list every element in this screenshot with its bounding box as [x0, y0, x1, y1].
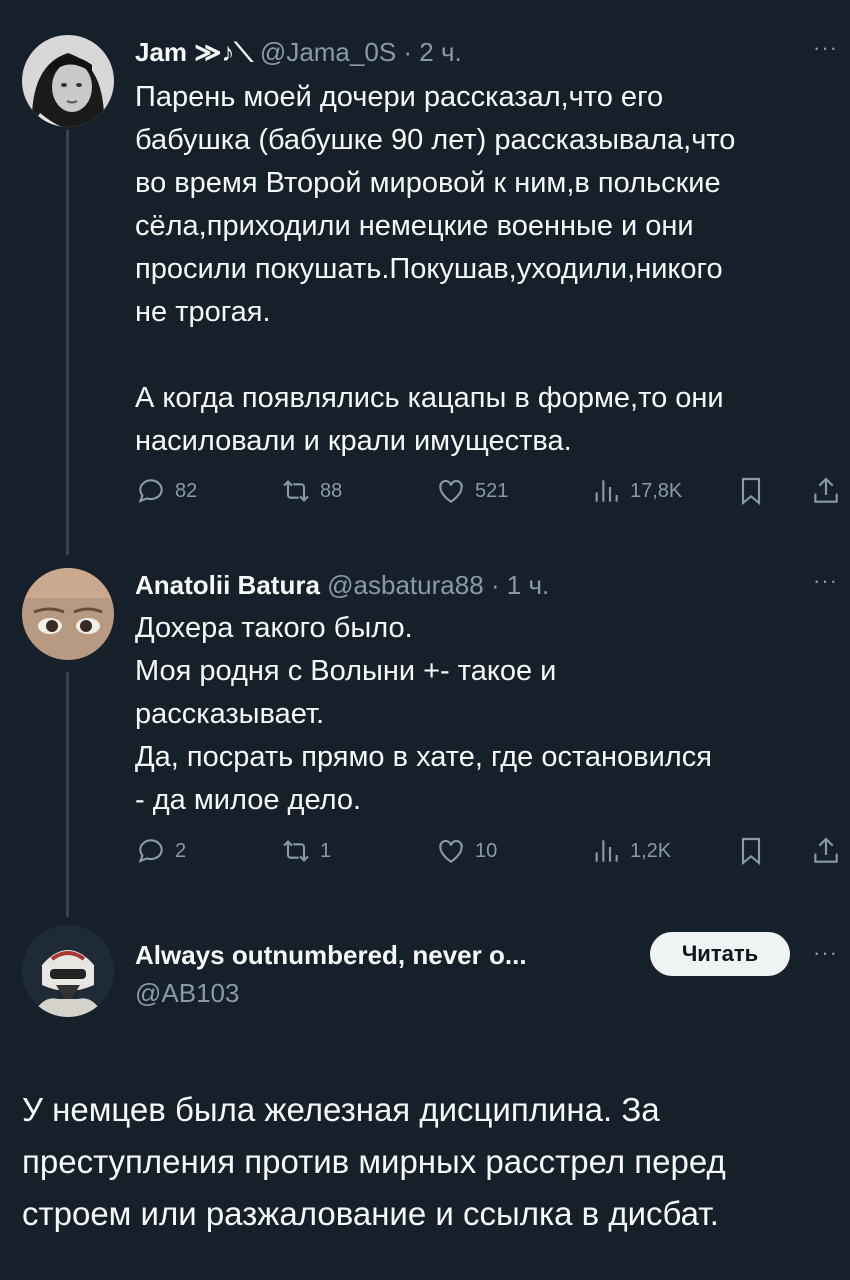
tweet-text: Дохера такого было. Моя родня с Волыни +… [135, 612, 712, 816]
more-options-icon[interactable]: ··· [813, 940, 838, 966]
heart-icon [439, 479, 463, 503]
tweet-header: Anatolii Batura @asbatura88 · 1 ч. [135, 570, 549, 601]
handle[interactable]: @asbatura88 [327, 570, 484, 600]
reply-icon [138, 839, 163, 863]
tweet-text: У немцев была железная дисциплина. За пр… [22, 1091, 726, 1232]
bookmark-button[interactable] [735, 835, 775, 867]
avatar[interactable] [22, 35, 114, 127]
tweet-actions: 82 88 521 17,8K [135, 475, 838, 515]
views-button[interactable]: 1,2K [590, 835, 671, 867]
tweet-actions: 2 1 10 1,2K [135, 835, 838, 875]
like-button[interactable]: 521 [435, 475, 508, 507]
share-button[interactable] [810, 475, 850, 507]
retweet-icon [283, 480, 309, 502]
reply-count: 82 [175, 479, 198, 502]
retweet-icon [283, 840, 309, 862]
views-icon [595, 480, 618, 502]
retweet-button[interactable]: 1 [280, 835, 331, 867]
like-count: 521 [475, 479, 509, 502]
bookmark-button[interactable] [735, 475, 775, 507]
like-count: 10 [475, 839, 498, 862]
tweet-header: Jam ≫♪⟍ @Jama_0S · 2 ч. [135, 37, 462, 69]
display-name[interactable]: Jam ≫♪⟍ [135, 37, 253, 67]
thread-line [66, 672, 69, 917]
reply-button[interactable]: 2 [135, 835, 186, 867]
avatar[interactable] [22, 568, 114, 660]
views-count: 17,8K [630, 479, 683, 502]
reply-icon [138, 479, 163, 503]
share-button[interactable] [810, 835, 850, 867]
more-options-icon[interactable]: ··· [813, 568, 838, 594]
author-name-row: Always outnumbered, never o... [135, 940, 527, 971]
views-icon [595, 840, 618, 862]
retweet-button[interactable]: 88 [280, 475, 342, 507]
avatar[interactable] [22, 925, 114, 1017]
retweet-count: 88 [320, 479, 343, 502]
reply-count: 2 [175, 839, 187, 862]
bookmark-icon [741, 837, 761, 866]
follow-button[interactable]: Читать [650, 932, 790, 976]
views-count: 1,2K [630, 839, 672, 862]
timestamp[interactable]: · 1 ч. [491, 570, 549, 600]
tweet-text: Парень моей дочери рассказал,что его баб… [135, 81, 736, 457]
like-button[interactable]: 10 [435, 835, 497, 867]
retweet-count: 1 [320, 839, 332, 862]
heart-icon [439, 839, 463, 863]
author-handle-row: @AB103 [135, 978, 239, 1009]
share-icon [814, 477, 838, 503]
views-button[interactable]: 17,8K [590, 475, 682, 507]
share-icon [814, 837, 838, 863]
handle[interactable]: @AB103 [135, 978, 239, 1008]
more-options-icon[interactable]: ··· [813, 35, 838, 61]
handle[interactable]: @Jama_0S [260, 37, 396, 67]
timestamp[interactable]: · 2 ч. [403, 37, 461, 67]
bookmark-icon [741, 477, 761, 506]
display-name[interactable]: Always outnumbered, never o... [135, 940, 527, 970]
thread-line [66, 130, 69, 555]
reply-button[interactable]: 82 [135, 475, 197, 507]
display-name[interactable]: Anatolii Batura [135, 570, 320, 600]
